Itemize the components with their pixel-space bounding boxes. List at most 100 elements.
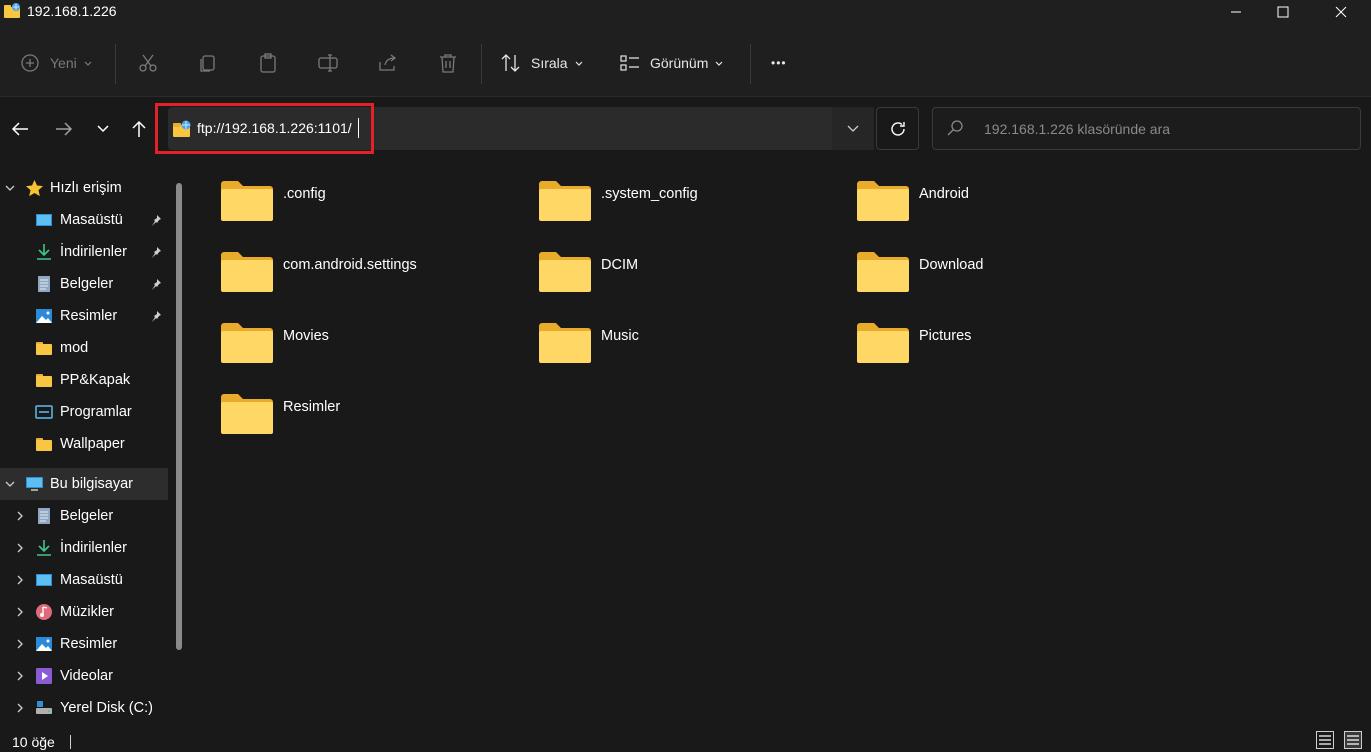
chevron-right-icon [17,543,23,553]
toolbar-separator [481,44,482,84]
folder-item[interactable]: Download [856,251,1174,311]
sidebar-item-pc-desktop[interactable]: Masaüstü [0,564,168,596]
sort-icon [501,54,520,72]
file-name: Pictures [919,328,972,344]
refresh-icon [890,121,905,136]
status-bar [0,726,1371,752]
pin-icon[interactable] [150,214,162,226]
music-icon [36,604,52,620]
folder-item[interactable]: com.android.settings [220,251,538,311]
sidebar-item-pc-documents[interactable]: Belgeler [0,500,168,532]
folder-item[interactable]: DCIM [538,251,856,311]
sidebar-item-mod[interactable]: mod [0,332,168,364]
scissors-icon [139,54,157,72]
folder-item[interactable]: .config [220,180,538,240]
folder-item[interactable]: Android [856,180,1174,240]
folder-item[interactable]: Movies [220,322,538,382]
rename-button[interactable] [317,45,339,81]
toolbar-separator [750,44,751,84]
sidebar-item-label: Belgeler [60,508,114,524]
view-button[interactable]: Görünüm [619,45,724,81]
details-view-button[interactable] [1316,731,1334,752]
arrow-up-icon [132,120,146,137]
recent-locations-button[interactable] [87,113,119,145]
sidebar-item-pictures[interactable]: Resimler [0,300,168,332]
folder-icon [221,323,273,363]
chevron-down-icon [97,125,109,133]
folder-icon [221,181,273,221]
back-button[interactable] [4,113,36,145]
sidebar-item-pc-downloads[interactable]: İndirilenler [0,532,168,564]
pin-icon[interactable] [150,278,162,290]
network-folder-icon [4,3,20,18]
chevron-right-icon [17,639,23,649]
folder-icon [857,323,909,363]
copy-button[interactable] [197,45,219,81]
delete-button[interactable] [437,45,459,81]
computer-icon [26,477,43,491]
sidebar-item-pc-music[interactable]: Müzikler [0,596,168,628]
sidebar-item-documents[interactable]: Belgeler [0,268,168,300]
chevron-down-icon [5,185,15,191]
chevron-right-icon [17,575,23,585]
sidebar-scrollbar[interactable] [176,183,182,650]
star-icon [26,180,43,197]
maximize-icon [1277,6,1289,18]
large-icons-view-button[interactable] [1344,731,1362,752]
sidebar-item-pc-pictures[interactable]: Resimler [0,628,168,660]
minimize-button[interactable] [1213,0,1259,24]
new-button[interactable]: Yeni [20,45,93,81]
desktop-icon [36,214,52,226]
paste-button[interactable] [257,45,279,81]
folder-icon [857,252,909,292]
file-name: Android [919,186,969,202]
more-options-button[interactable]: ••• [771,45,787,81]
sidebar-item-programlar[interactable]: Programlar [0,396,168,428]
chevron-down-icon [715,61,723,66]
cut-button[interactable] [137,45,159,81]
chevron-right-icon [17,703,23,713]
sidebar-item-label: Resimler [60,636,118,652]
pin-icon[interactable] [150,310,162,322]
file-name: Movies [283,328,329,344]
maximize-button[interactable] [1260,0,1306,24]
view-icon [620,55,639,71]
folder-item[interactable]: Resimler [220,393,538,453]
sidebar-item-label: PP&Kapak [60,372,131,388]
sidebar-item-local-disk[interactable]: Yerel Disk (C:) [0,692,168,724]
minimize-icon [1231,11,1241,13]
file-name: DCIM [601,257,639,273]
address-dropdown-button[interactable] [832,107,874,150]
pictures-icon [36,637,52,651]
close-button[interactable] [1318,0,1364,24]
sidebar-item-wallpaper[interactable]: Wallpaper [0,428,168,460]
window-title: 192.168.1.226 [27,3,117,19]
sidebar-item-pp-kapak[interactable]: PP&Kapak [0,364,168,396]
sidebar-item-label: İndirilenler [60,244,127,260]
sidebar-item-pc-videos[interactable]: Videolar [0,660,168,692]
share-button[interactable] [377,45,399,81]
download-icon [37,244,51,260]
new-label: Yeni [50,55,77,71]
sidebar-item-desktop[interactable]: Masaüstü [0,204,168,236]
sidebar-item-this-pc[interactable]: Bu bilgisayar [0,468,168,500]
search-placeholder[interactable]: 192.168.1.226 klasöründe ara [984,121,1170,137]
file-list: .config .system_config Android com.andro… [192,162,1371,726]
pin-icon[interactable] [150,246,162,258]
sidebar-item-downloads[interactable]: İndirilenler [0,236,168,268]
close-icon [1335,6,1347,18]
search-icon [947,120,963,136]
folder-item[interactable]: Music [538,322,856,382]
folder-icon [539,181,591,221]
refresh-button[interactable] [876,107,919,150]
sort-button[interactable]: Sırala [500,45,584,81]
forward-button[interactable] [48,113,80,145]
desktop-icon [36,574,52,586]
folder-icon [221,394,273,434]
sidebar-item-quick-access[interactable]: Hızlı erişim [0,172,168,204]
sidebar-item-label: Programlar [60,404,132,420]
up-button[interactable] [123,113,155,145]
sidebar-item-label: İndirilenler [60,540,127,556]
folder-item[interactable]: .system_config [538,180,856,240]
folder-item[interactable]: Pictures [856,322,1174,382]
